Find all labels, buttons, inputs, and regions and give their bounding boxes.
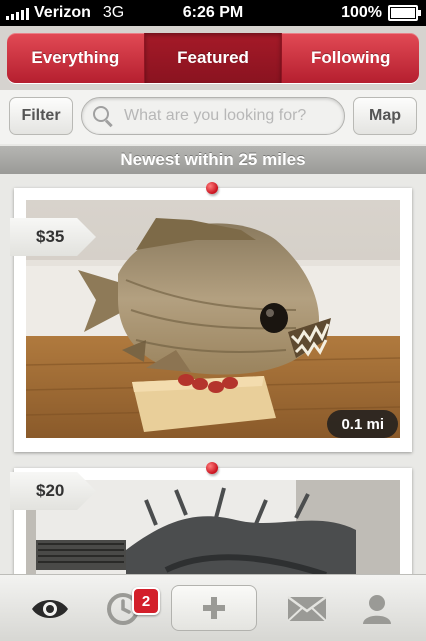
search-icon [92, 105, 114, 127]
search-bar[interactable] [81, 97, 345, 135]
battery-status: 100% [341, 4, 421, 22]
battery-percent: 100% [341, 4, 382, 21]
header: Everything Featured Following [0, 26, 426, 90]
status-bar: Verizon 3G 6:26 PM 100% [0, 0, 426, 26]
search-input[interactable] [122, 106, 336, 126]
tab-featured[interactable]: Featured [144, 33, 283, 83]
person-icon [363, 595, 391, 624]
browse-tab[interactable] [25, 587, 75, 631]
map-button[interactable]: Map [353, 97, 417, 135]
post-item-button[interactable] [171, 585, 257, 631]
listing-feed[interactable]: $35 0.1 mi $20 [0, 174, 426, 574]
profile-tab[interactable] [352, 587, 402, 631]
pin-icon [206, 462, 218, 474]
bottom-tab-bar: 2 [0, 574, 426, 641]
search-toolbar: Filter Map [0, 90, 426, 144]
tab-everything[interactable]: Everything [7, 33, 145, 83]
battery-icon [388, 5, 421, 21]
messages-tab[interactable] [282, 587, 332, 631]
eye-icon [32, 600, 68, 618]
notification-badge: 2 [132, 587, 160, 615]
listing-card[interactable]: $35 0.1 mi [10, 188, 412, 452]
filter-button[interactable]: Filter [9, 97, 73, 135]
envelope-icon [287, 595, 327, 622]
distance-badge: 0.1 mi [327, 410, 398, 438]
listing-card[interactable]: $20 [10, 468, 412, 574]
pin-icon [206, 182, 218, 194]
section-header: Newest within 25 miles [0, 146, 426, 174]
feed-segmented-control: Everything Featured Following [7, 33, 419, 83]
plus-icon [203, 597, 225, 619]
tab-following[interactable]: Following [282, 33, 419, 83]
